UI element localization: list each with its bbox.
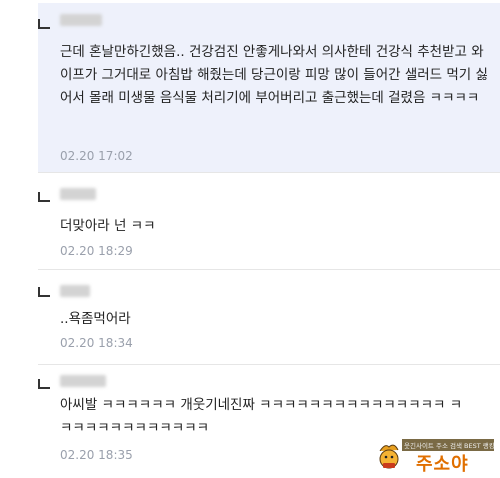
reply-arrow-icon xyxy=(38,379,50,389)
comment-text: ..욕좀먹어라 xyxy=(60,311,131,327)
comment-thread: 근데 혼날만하긴했음.. 건강검진 안좋게나와서 의사한테 건강식 추천받고 와… xyxy=(38,3,500,478)
reply-arrow-icon xyxy=(38,287,50,297)
author-name-blurred[interactable] xyxy=(60,375,106,387)
author-name-blurred[interactable] xyxy=(60,285,90,297)
comment-text: 더맞아라 넌 ㅋㅋ xyxy=(60,218,156,234)
author-name-blurred[interactable] xyxy=(60,14,102,26)
comment-timestamp: 02.20 17:02 xyxy=(60,149,133,163)
site-watermark: 웃긴사이트 주소 검색 BEST 랭킹 주소야 xyxy=(372,438,494,475)
comment-text: 근데 혼날만하긴했음.. 건강검진 안좋게나와서 의사한테 건강식 추천받고 와… xyxy=(60,44,488,106)
mascot-icon xyxy=(379,444,399,469)
watermark-brand: 주소야 xyxy=(416,454,469,475)
comment-timestamp: 02.20 18:29 xyxy=(60,244,133,258)
comment-timestamp: 02.20 18:35 xyxy=(60,448,133,462)
comment-item: ..욕좀먹어라 02.20 18:34 xyxy=(38,275,500,365)
comment-item: 더맞아라 넌 ㅋㅋ 02.20 18:29 xyxy=(38,178,500,270)
reply-arrow-icon xyxy=(38,192,50,202)
comment-timestamp: 02.20 18:34 xyxy=(60,336,133,350)
comment-text: 아씨발 ㅋㅋㅋㅋㅋㅋ 개웃기네진짜 ㅋㅋㅋㅋㅋㅋㅋㅋㅋㅋㅋㅋㅋㅋㅋ ㅋㅋㅋㅋㅋㅋ… xyxy=(60,397,463,436)
comment-item: 근데 혼날만하긴했음.. 건강검진 안좋게나와서 의사한테 건강식 추천받고 와… xyxy=(38,3,500,173)
reply-arrow-icon xyxy=(38,19,50,29)
author-name-blurred[interactable] xyxy=(60,188,96,200)
